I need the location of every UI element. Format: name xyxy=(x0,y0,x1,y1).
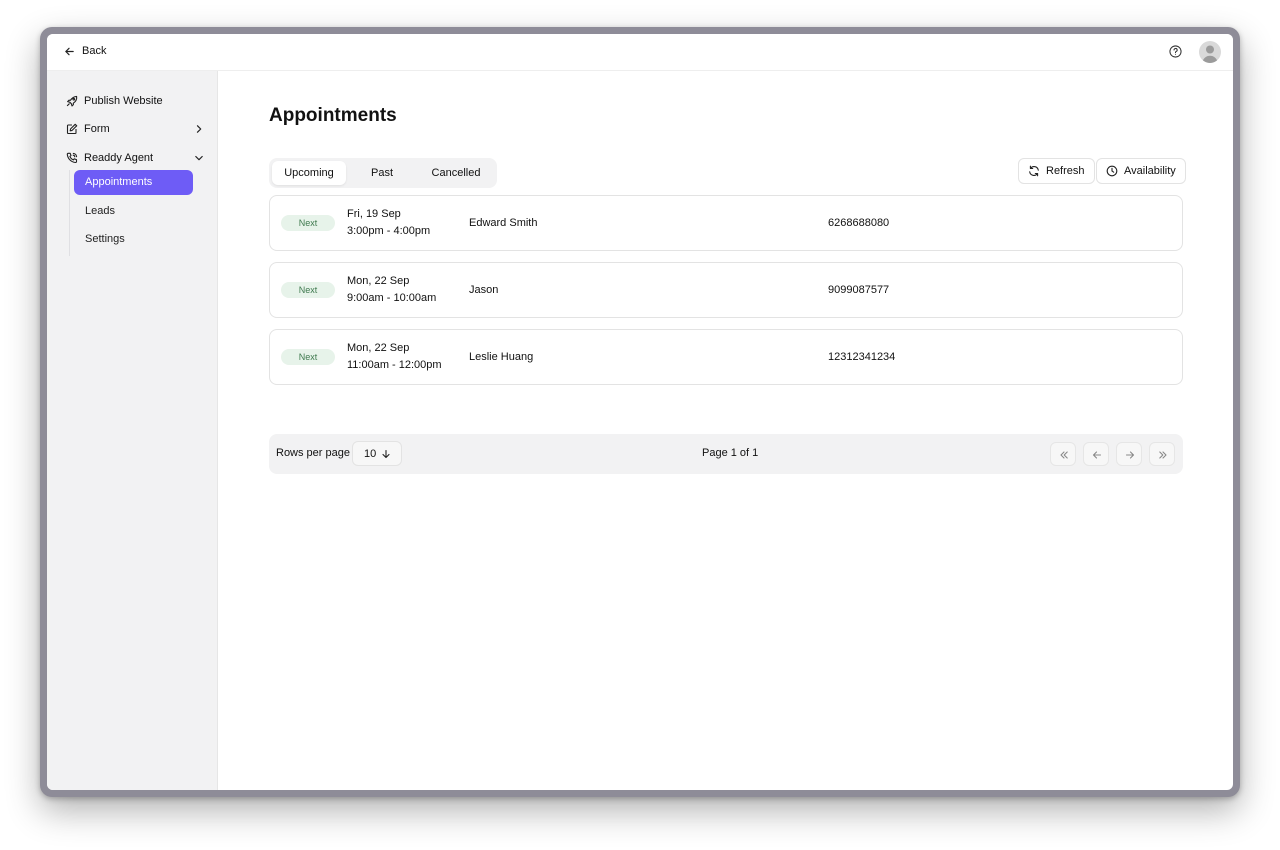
subnav-divider xyxy=(69,170,70,256)
sidebar-item-form[interactable]: Form xyxy=(66,123,204,135)
help-icon[interactable] xyxy=(1169,45,1182,58)
sidebar: Publish Website Form Readdy Agent Appoin… xyxy=(47,71,218,790)
availability-label: Availability xyxy=(1124,165,1176,177)
rows-per-page-label: Rows per page xyxy=(276,447,350,459)
tab-upcoming[interactable]: Upcoming xyxy=(272,161,346,185)
appointment-row[interactable]: Next Fri, 19 Sep 3:00pm - 4:00pm Edward … xyxy=(269,195,1183,251)
pagination-bar: Rows per page 10 Page 1 of 1 xyxy=(269,434,1183,474)
arrow-down-icon xyxy=(382,449,390,459)
chevron-down-icon xyxy=(195,155,203,161)
availability-button[interactable]: Availability xyxy=(1096,158,1186,184)
sidebar-item-publish-website[interactable]: Publish Website xyxy=(66,95,204,107)
rows-per-page-select[interactable]: 10 xyxy=(352,441,402,466)
appointment-phone: 6268688080 xyxy=(828,217,890,229)
sidebar-item-label: Form xyxy=(84,123,110,135)
appointment-phone: 12312341234 xyxy=(828,351,896,363)
tab-past[interactable]: Past xyxy=(349,161,415,185)
user-icon xyxy=(1202,45,1218,63)
appointment-name: Jason xyxy=(469,284,499,296)
sidebar-item-label: Readdy Agent xyxy=(84,152,154,164)
chevrons-left-icon xyxy=(1060,451,1068,459)
device-frame: Back Publish Website Form Readdy Agent A… xyxy=(40,27,1240,797)
refresh-icon xyxy=(1029,165,1039,177)
page-title: Appointments xyxy=(269,105,397,126)
refresh-button[interactable]: Refresh xyxy=(1018,158,1095,184)
appointment-phone: 9099087577 xyxy=(828,284,890,296)
previous-page-button[interactable] xyxy=(1083,442,1109,466)
appointment-row[interactable]: Next Mon, 22 Sep 9:00am - 10:00am Jason … xyxy=(269,262,1183,318)
arrow-left-icon xyxy=(1092,451,1102,459)
appointment-time: 11:00am - 12:00pm xyxy=(347,359,442,371)
last-page-button[interactable] xyxy=(1149,442,1175,466)
main-content: Appointments Upcoming Past Cancelled Ref… xyxy=(218,71,1233,790)
tab-bar: Upcoming Past Cancelled xyxy=(269,158,497,188)
chevrons-right-icon xyxy=(1159,451,1167,459)
appointment-date: Fri, 19 Sep xyxy=(347,208,401,220)
top-bar: Back xyxy=(47,34,1233,71)
appointment-name: Edward Smith xyxy=(469,217,538,229)
refresh-label: Refresh xyxy=(1046,165,1085,177)
avatar[interactable] xyxy=(1199,41,1221,63)
phone-agent-icon xyxy=(66,152,78,164)
back-label: Back xyxy=(82,45,107,57)
page-info: Page 1 of 1 xyxy=(702,447,759,459)
sidebar-subitem-settings[interactable]: Settings xyxy=(74,227,193,252)
status-badge: Next xyxy=(281,215,335,231)
first-page-button[interactable] xyxy=(1050,442,1076,466)
rows-per-page-value: 10 xyxy=(364,448,377,460)
chevron-right-icon xyxy=(196,125,202,133)
appointment-row[interactable]: Next Mon, 22 Sep 11:00am - 12:00pm Lesli… xyxy=(269,329,1183,385)
edit-form-icon xyxy=(66,123,78,135)
app-window: Back Publish Website Form Readdy Agent A… xyxy=(47,34,1233,790)
sidebar-item-readdy-agent[interactable]: Readdy Agent xyxy=(66,152,204,164)
arrow-right-icon xyxy=(1125,451,1135,459)
sidebar-subitem-appointments[interactable]: Appointments xyxy=(74,170,193,195)
back-button[interactable]: Back xyxy=(64,45,106,57)
appointment-date: Mon, 22 Sep xyxy=(347,275,410,287)
appointment-name: Leslie Huang xyxy=(469,351,534,363)
appointment-date: Mon, 22 Sep xyxy=(347,342,410,354)
status-badge: Next xyxy=(281,349,335,365)
sidebar-subitem-leads[interactable]: Leads xyxy=(74,199,193,224)
sidebar-item-label: Publish Website xyxy=(84,95,163,107)
appointment-time: 9:00am - 10:00am xyxy=(347,292,437,304)
appointment-time: 3:00pm - 4:00pm xyxy=(347,225,431,237)
rocket-icon xyxy=(66,95,78,107)
clock-icon xyxy=(1106,165,1118,177)
arrow-left-icon xyxy=(65,47,74,55)
tab-cancelled[interactable]: Cancelled xyxy=(419,161,493,185)
status-badge: Next xyxy=(281,282,335,298)
next-page-button[interactable] xyxy=(1116,442,1142,466)
